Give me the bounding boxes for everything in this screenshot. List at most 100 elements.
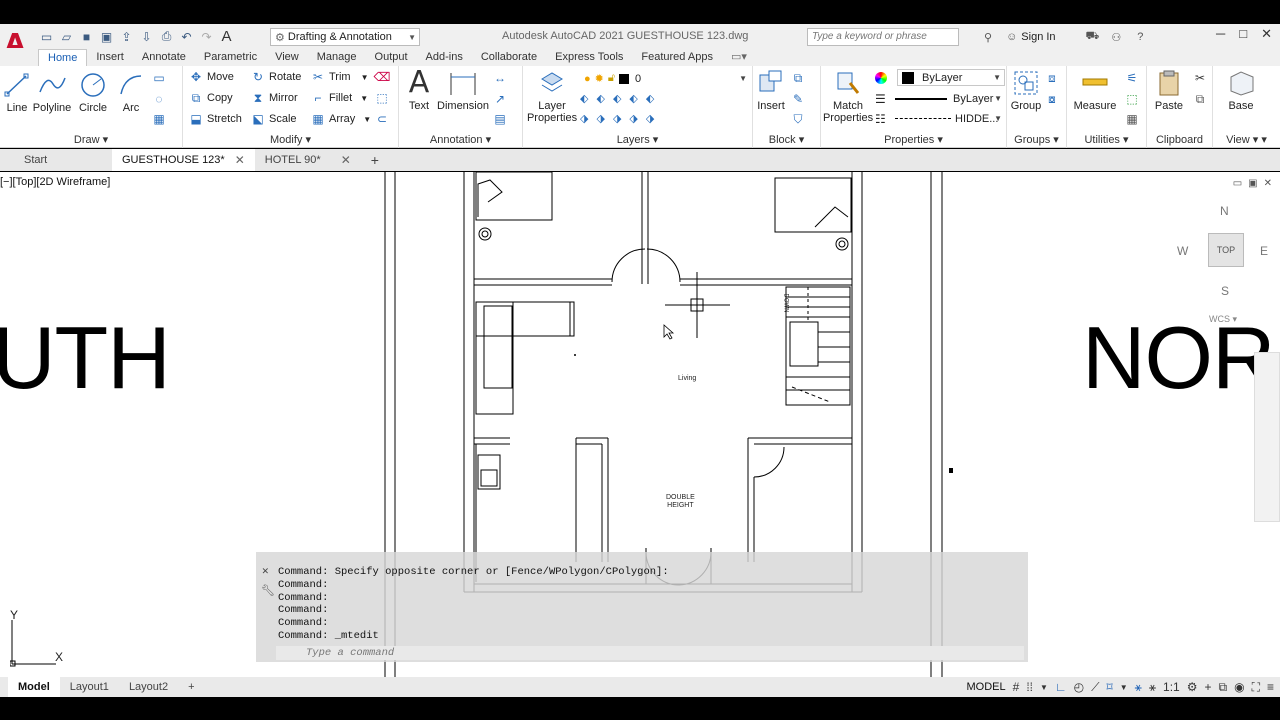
draw-panel-title[interactable]: Draw ▾ [0,133,182,146]
redo-icon[interactable]: ↷ [198,28,215,45]
tab-express-tools[interactable]: Express Tools [546,49,632,66]
table-button[interactable]: ▤ [493,112,507,126]
view-panel-title[interactable]: View ▾ ▾ [1213,133,1280,146]
layout-tab-model[interactable]: Model [8,677,60,697]
layer-tool-icon[interactable]: ⬗ [613,112,621,125]
create-block-button[interactable]: ⧉ [791,71,805,85]
ellipse-button[interactable]: ◌ [152,92,166,106]
text-style-icon[interactable]: A [218,28,235,45]
fullscreen-icon[interactable]: ⛶ [1252,680,1260,695]
viewcube-top-face[interactable]: TOP [1208,233,1244,267]
chevron-down-icon[interactable]: ▼ [1040,683,1048,692]
leader-button[interactable]: ↗ [493,92,507,106]
tab-view[interactable]: View [266,49,308,66]
paste-button[interactable]: Paste [1151,68,1187,112]
mirror-button[interactable]: ⧗ Mirror [251,91,298,105]
ortho-icon[interactable]: ∟ [1055,680,1067,694]
close-icon[interactable]: ✕ [235,149,245,171]
layout-tab-layout1[interactable]: Layout1 [60,677,119,697]
polar-icon[interactable]: ◴ [1074,680,1084,694]
hatch-button[interactable]: ▦ [152,112,166,126]
scale-button[interactable]: ⬕ Scale [251,112,296,126]
edit-block-button[interactable]: ✎ [791,92,805,106]
layer-tool-icon[interactable]: ⬗ [629,112,637,125]
block-attr-button[interactable]: ⛉ [791,112,805,126]
layer-dropdown[interactable]: ● ✹ 🔓︎ 0 ▼ [580,70,750,87]
layers-panel-title[interactable]: Layers ▾ [523,133,752,146]
layer-tool-icon[interactable]: ⬗ [580,112,588,125]
annotation-panel-title[interactable]: Annotation ▾ [399,133,522,146]
array-button[interactable]: ▦ Array ▼ [311,112,371,126]
command-input[interactable]: Type a command [276,646,1024,660]
grid-icon[interactable]: # [1013,680,1020,694]
rectangle-button[interactable]: ▭ [152,71,166,85]
erase-button[interactable]: ⌫ [374,70,391,84]
wcs-menu[interactable]: WCS ▾ [1209,314,1237,325]
move-button[interactable]: ✥ Move [189,70,234,84]
compass-north[interactable]: N [1220,204,1229,218]
linear-dim-button[interactable]: ↔ [493,71,507,85]
calculator-button[interactable]: ▦ [1125,112,1139,126]
model-space-button[interactable]: MODEL [967,681,1006,693]
annotation-visibility-icon[interactable]: ⚹ [1135,680,1142,695]
scale-value[interactable]: 1:1 [1163,680,1180,694]
isolate-icon[interactable]: ◉ [1234,680,1244,694]
match-properties-button[interactable]: Match Properties [823,68,873,124]
gear-icon[interactable]: ⚙ [1187,680,1198,694]
tab-manage[interactable]: Manage [308,49,366,66]
group-edit-button[interactable]: ⧇ [1045,92,1059,106]
exchange-icon[interactable]: ⚇ [1111,31,1121,44]
layer-tool-icon[interactable]: ⬖ [613,92,621,105]
open-folder-icon[interactable]: ▱ [58,28,75,45]
tab-guesthouse[interactable]: GUESTHOUSE 123* ✕ [112,149,255,171]
ribbon-options-icon[interactable]: ▭▾ [722,49,756,66]
groups-panel-title[interactable]: Groups ▾ [1007,133,1066,146]
new-file-icon[interactable]: ▭ [38,28,55,45]
save-web-icon[interactable]: ⇩ [138,28,155,45]
snap-icon[interactable]: ⁞⁞ [1026,680,1033,694]
cut-button[interactable]: ✂ [1193,71,1207,85]
fillet-button[interactable]: ⌐ Fillet ▼ [311,91,368,105]
undo-icon[interactable]: ↶ [178,28,195,45]
layer-tool-icon[interactable]: ⬖ [580,92,588,105]
tab-featured-apps[interactable]: Featured Apps [632,49,722,66]
modify-panel-title[interactable]: Modify ▾ [183,133,398,146]
explode-button[interactable]: ⬚ [375,91,389,105]
insert-button[interactable]: Insert [755,68,787,112]
dimension-button[interactable]: Dimension [437,68,489,112]
select-all-button[interactable]: ⬚ [1125,92,1139,106]
polyline-button[interactable]: Polyline [33,70,71,114]
base-view-button[interactable]: Base [1223,68,1259,112]
tab-hotel[interactable]: HOTEL 90* ✕ [255,149,361,171]
close-icon[interactable]: ✕ [341,149,351,171]
layer-properties-button[interactable]: Layer Properties [527,68,577,124]
search-input[interactable]: Type a keyword or phrase [807,28,959,46]
plus-icon[interactable]: + [1205,680,1212,694]
arc-button[interactable]: Arc [116,70,146,114]
text-button[interactable]: A Text [405,68,433,113]
layout-tab-layout2[interactable]: Layout2 [119,677,178,697]
layer-tool-icon[interactable]: ⬗ [596,112,604,125]
search-icon[interactable]: ⚲ [984,31,992,44]
lineweight-dropdown[interactable]: HIDDE... ▼ [891,110,1005,127]
chevron-down-icon[interactable]: ▼ [361,73,369,82]
tab-collaborate[interactable]: Collaborate [472,49,546,66]
print-icon[interactable]: ⎙ [158,28,175,45]
osnap-icon[interactable]: ⌑ [1107,680,1113,694]
save-as-icon[interactable]: ▣ [98,28,115,45]
group-button[interactable]: Group [1009,68,1043,112]
layer-tools-row-1[interactable]: ⬖ ⬖ ⬖ ⬖ ⬖ [580,92,654,105]
close-icon[interactable]: ✕ [262,564,269,578]
ungroup-button[interactable]: ⧈ [1045,71,1059,85]
quick-select-button[interactable]: ⚟ [1125,71,1139,85]
close-icon[interactable]: ✕ [1261,26,1272,42]
viewport-restore-icon[interactable]: ▣ [1248,178,1257,189]
navigation-bar[interactable] [1254,352,1280,522]
copy-clip-button[interactable]: ⧉ [1193,92,1207,106]
viewport-minimize-icon[interactable]: ▭ [1233,178,1242,189]
viewport-close-icon[interactable]: ✕ [1264,178,1272,189]
circle-button[interactable]: Circle [76,70,110,114]
chevron-down-icon[interactable]: ▼ [1120,683,1128,692]
viewcube[interactable]: N W E S TOP WCS ▾ [1175,202,1275,332]
maximize-icon[interactable]: □ [1239,26,1247,42]
